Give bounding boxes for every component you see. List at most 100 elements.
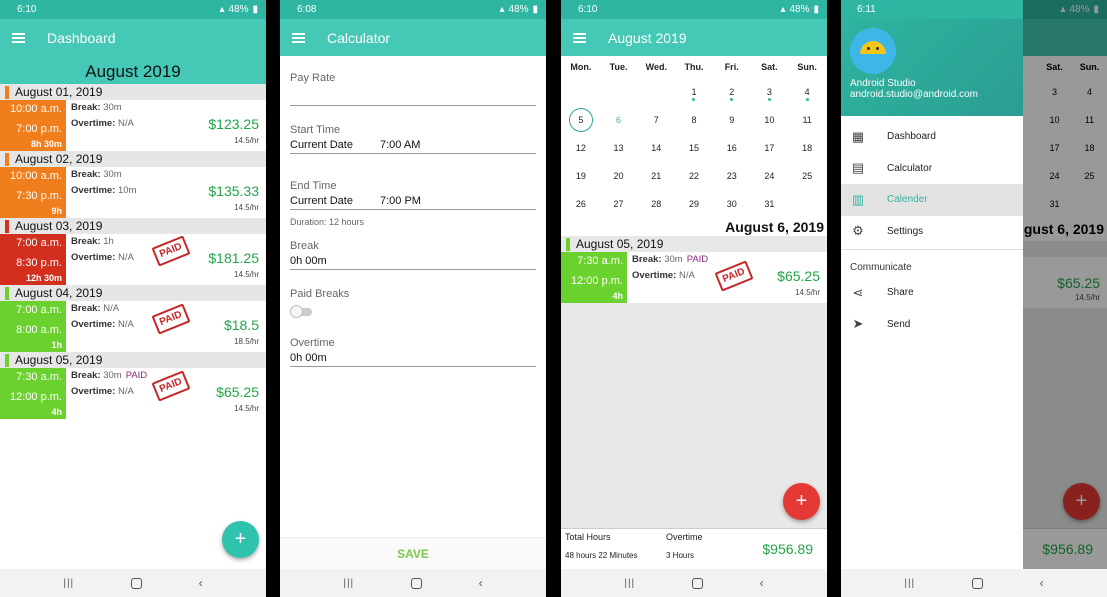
calendar-day[interactable]: 10 bbox=[751, 106, 789, 134]
shift-entry[interactable]: 7:30 a.m. 12:00 p.m. 4h Break: 30m PAID O… bbox=[561, 252, 827, 303]
calendar-day[interactable]: 16 bbox=[713, 134, 751, 162]
event-dot bbox=[767, 98, 771, 101]
total-hours-value: 48 hours 22 Minutes bbox=[565, 551, 638, 560]
overtime-total-label: Overtime bbox=[666, 532, 703, 542]
calendar-day[interactable]: 25 bbox=[788, 162, 826, 190]
calendar-day[interactable]: 21 bbox=[637, 162, 675, 190]
shift-list: August 01, 2019 10:00 a.m. 7:00 p.m. 8h 30m… bbox=[0, 84, 266, 419]
calendar-day[interactable]: 9 bbox=[713, 106, 751, 134]
back-icon[interactable]: ‹ bbox=[479, 576, 483, 590]
home-icon[interactable] bbox=[691, 577, 703, 589]
recent-apps-icon[interactable]: ||| bbox=[904, 578, 915, 589]
pay-rate-input[interactable] bbox=[290, 84, 536, 106]
shift-info: Break: 30m Overtime: 10m $135.33 14.5/hr bbox=[66, 167, 266, 218]
shift-start: 7:00 a.m. bbox=[16, 237, 62, 249]
totals-bar: Total Hours 48 hours 22 Minutes Overtime… bbox=[561, 528, 827, 569]
calendar-day[interactable]: 4 bbox=[788, 78, 826, 106]
calendar-day[interactable]: 14 bbox=[637, 134, 675, 162]
end-time-field[interactable]: Current Date 7:00 PM bbox=[290, 192, 536, 210]
day-number: 21 bbox=[651, 171, 662, 181]
calendar-day[interactable]: 22 bbox=[675, 162, 713, 190]
recent-apps-icon[interactable]: ||| bbox=[343, 578, 354, 589]
back-icon[interactable]: ‹ bbox=[199, 576, 203, 590]
drawer-item-calender[interactable]: ▥ Calender bbox=[841, 184, 1023, 216]
calendar-day[interactable]: 7 bbox=[637, 106, 675, 134]
menu-icon[interactable] bbox=[292, 32, 305, 43]
calendar-day[interactable]: 11 bbox=[788, 106, 826, 134]
calendar-day[interactable]: 17 bbox=[751, 134, 789, 162]
break-input[interactable]: 0h 00m bbox=[290, 252, 536, 270]
day-date: August 03, 2019 bbox=[15, 219, 103, 233]
recent-apps-icon[interactable]: ||| bbox=[63, 578, 74, 589]
shift-amount: $18.5 bbox=[223, 317, 259, 333]
overtime-input[interactable]: 0h 00m bbox=[290, 349, 536, 367]
status-bar: 6:10 ▴ 48% ▮ bbox=[561, 0, 827, 19]
calendar-day[interactable]: 28 bbox=[637, 190, 675, 218]
drawer-item-send[interactable]: ➤ Send bbox=[841, 309, 1023, 341]
day-number: 29 bbox=[688, 199, 699, 209]
calendar-day[interactable]: 23 bbox=[713, 162, 751, 190]
break-label: Break: bbox=[71, 102, 101, 113]
start-time-label: Start Time bbox=[290, 124, 341, 136]
shift-entry[interactable]: 7:30 a.m. 12:00 p.m. 4h Break: 30m PAID Overt… bbox=[0, 368, 266, 419]
drawer-item-settings[interactable]: ⚙ Settings bbox=[841, 216, 1023, 248]
start-time-value[interactable]: 7:00 AM bbox=[380, 139, 420, 151]
shift-rate: 18.5/hr bbox=[234, 337, 259, 346]
calendar-day[interactable]: 26 bbox=[562, 190, 600, 218]
calendar-day[interactable]: 3 bbox=[751, 78, 789, 106]
drawer-item-dashboard[interactable]: ▦ Dashboard bbox=[841, 121, 1023, 153]
calendar-day[interactable]: 5 bbox=[562, 106, 600, 134]
shift-duration: 9h bbox=[51, 206, 62, 216]
calendar-day[interactable]: 18 bbox=[788, 134, 826, 162]
calendar-day[interactable]: 20 bbox=[600, 162, 638, 190]
paid-breaks-toggle[interactable] bbox=[290, 305, 312, 318]
shift-entry[interactable]: 10:00 a.m. 7:00 p.m. 8h 30m Break: 30m Overt… bbox=[0, 100, 266, 151]
back-icon[interactable]: ‹ bbox=[1040, 576, 1044, 590]
calendar-day[interactable]: 24 bbox=[751, 162, 789, 190]
shift-start: 10:00 a.m. bbox=[10, 103, 62, 115]
drawer-item-calculator[interactable]: ▤ Calculator bbox=[841, 153, 1023, 185]
end-date-value[interactable]: Current Date bbox=[290, 195, 380, 207]
system-nav-bar: ||| ‹ bbox=[841, 569, 1107, 597]
shift-entry[interactable]: 7:00 a.m. 8:00 a.m. 1h Break: N/A Overtime: … bbox=[0, 301, 266, 352]
shift-entry[interactable]: 7:00 a.m. 8:30 p.m. 12h 30m Break: 1h Overti… bbox=[0, 234, 266, 285]
calendar-day[interactable]: 30 bbox=[713, 190, 751, 218]
overtime-label: Overtime: bbox=[632, 270, 677, 281]
selected-day-ring[interactable]: 5 bbox=[568, 108, 593, 132]
calendar-day[interactable]: 6 bbox=[600, 106, 638, 134]
recent-apps-icon[interactable]: ||| bbox=[624, 578, 635, 589]
drawer-item-share[interactable]: ⋖ Share bbox=[841, 277, 1023, 309]
end-time-value[interactable]: 7:00 PM bbox=[380, 195, 421, 207]
drawer-item-label: Share bbox=[887, 287, 914, 299]
break-label: Break: bbox=[71, 370, 101, 381]
toggle-knob[interactable] bbox=[290, 305, 303, 318]
drawer-item-label: Calender bbox=[887, 194, 928, 206]
calendar-day[interactable]: 19 bbox=[562, 162, 600, 190]
calendar-day[interactable]: 12 bbox=[562, 134, 600, 162]
calendar-day[interactable]: 27 bbox=[600, 190, 638, 218]
home-icon[interactable] bbox=[410, 577, 422, 589]
calendar-day[interactable]: 31 bbox=[751, 190, 789, 218]
back-icon[interactable]: ‹ bbox=[760, 576, 764, 590]
calendar-day[interactable]: 15 bbox=[675, 134, 713, 162]
day-entries: August 05, 2019 7:30 a.m. 12:00 p.m. 4h … bbox=[561, 236, 827, 528]
break-label: Break: bbox=[71, 303, 101, 314]
calendar-day[interactable]: 1 bbox=[675, 78, 713, 106]
menu-icon[interactable] bbox=[12, 32, 25, 43]
home-icon[interactable] bbox=[971, 577, 983, 589]
day-number: 2 bbox=[729, 87, 735, 97]
add-shift-button[interactable]: + bbox=[783, 483, 820, 520]
day-number: 25 bbox=[802, 171, 813, 181]
start-date-value[interactable]: Current Date bbox=[290, 139, 380, 151]
calendar-day[interactable]: 8 bbox=[675, 106, 713, 134]
drawer-menu: ▦ Dashboard ▤ Calculator ▥ Calender ⚙ Settings bbox=[841, 116, 1023, 247]
shift-entry[interactable]: 10:00 a.m. 7:30 p.m. 9h Break: 30m Overtime:… bbox=[0, 167, 266, 218]
home-icon[interactable] bbox=[130, 577, 142, 589]
menu-icon[interactable] bbox=[573, 32, 586, 43]
start-time-field[interactable]: Current Date 7:00 AM bbox=[290, 136, 536, 154]
add-shift-button[interactable]: + bbox=[222, 521, 259, 558]
calendar-day[interactable]: 2 bbox=[713, 78, 751, 106]
save-button[interactable]: SAVE bbox=[280, 537, 546, 569]
calendar-day[interactable]: 29 bbox=[675, 190, 713, 218]
calendar-day[interactable]: 13 bbox=[600, 134, 638, 162]
